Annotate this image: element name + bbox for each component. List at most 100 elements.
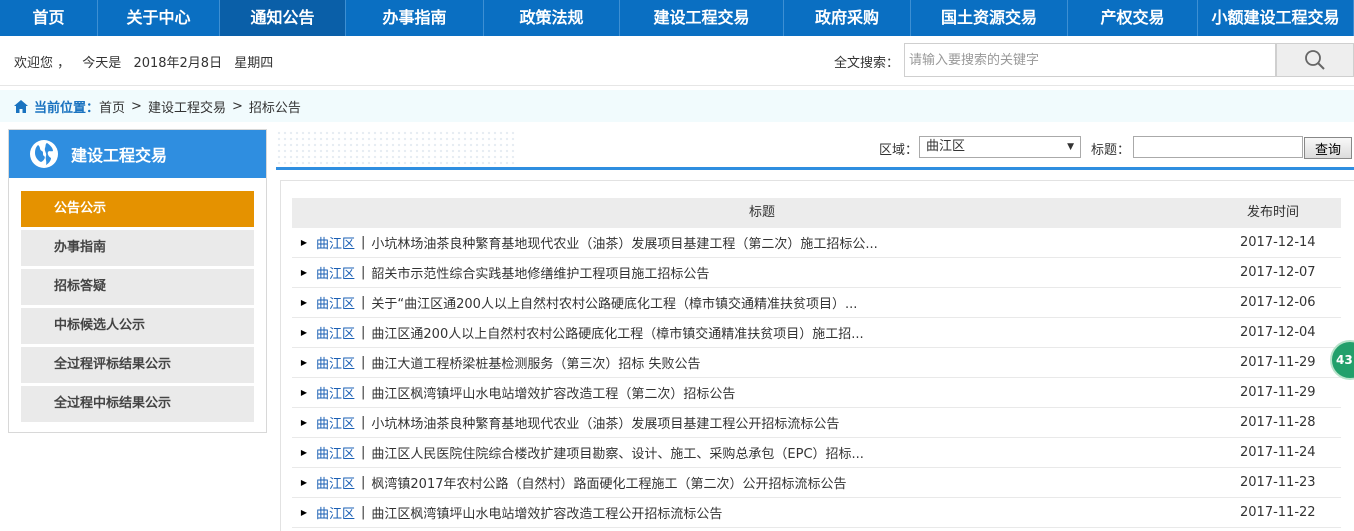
breadcrumb-separator: > <box>231 98 243 114</box>
table-row[interactable]: ▶ 曲江区 | 曲江区人民医院住院综合楼改扩建项目勘察、设计、施工、采购总承包（EPC… <box>292 438 1341 468</box>
row-separator: | <box>361 505 366 520</box>
row-area-link[interactable]: 曲江区 <box>316 233 355 252</box>
row-area-link[interactable]: 曲江区 <box>316 473 355 492</box>
nav-item[interactable]: 关于中心 <box>98 0 220 36</box>
row-date: 2017-11-28 <box>1240 415 1316 430</box>
row-separator: | <box>361 385 366 400</box>
nav-item[interactable]: 产权交易 <box>1068 0 1198 36</box>
sidebar-item[interactable]: 办事指南 <box>21 230 254 266</box>
area-select-value: 曲江区 <box>926 139 966 154</box>
breadcrumb-home[interactable]: 首页 <box>99 97 125 116</box>
search-label: 全文搜索： <box>834 56 900 71</box>
row-title-link[interactable]: 韶关市示范性综合实践基地修缮维护工程项目施工招标公告 <box>371 263 709 282</box>
area-label: 区域： <box>879 143 919 158</box>
row-area-link[interactable]: 曲江区 <box>316 353 355 372</box>
sidebar-title: 建设工程交易 <box>71 146 168 165</box>
sidebar-item[interactable]: 全过程评标结果公示 <box>21 347 254 383</box>
nav-item[interactable]: 首页 <box>0 0 98 36</box>
row-area-link[interactable]: 曲江区 <box>316 383 355 402</box>
row-area-link[interactable]: 曲江区 <box>316 263 355 282</box>
breadcrumb-separator: > <box>131 98 142 114</box>
table-row[interactable]: ▶ 曲江区 | 关于“曲江区通200人以上自然村农村公路硬底化工程（樟市镇交通精准扶贫… <box>292 288 1341 318</box>
bullet-icon: ▶ <box>300 388 308 397</box>
row-area-link[interactable]: 曲江区 <box>316 413 355 432</box>
row-title-link[interactable]: 曲江区人民医院住院综合楼改扩建项目勘察、设计、施工、采购总承包（EPC）招标..… <box>371 443 864 462</box>
row-separator: | <box>361 475 366 490</box>
nav-item[interactable]: 政策法规 <box>484 0 620 36</box>
bullet-icon: ▶ <box>300 418 308 427</box>
table-header: 标题 发布时间 <box>292 198 1341 228</box>
bullet-icon: ▶ <box>300 268 308 277</box>
row-date: 2017-11-23 <box>1240 475 1316 490</box>
table-row[interactable]: ▶ 曲江区 | 曲江大道工程桥梁桩基检测服务（第三次）招标 失败公告 2017-11-2… <box>292 348 1341 378</box>
row-area-link[interactable]: 曲江区 <box>316 443 355 462</box>
row-area-link[interactable]: 曲江区 <box>316 323 355 342</box>
bullet-icon: ▶ <box>300 478 308 487</box>
row-date: 2017-12-04 <box>1240 325 1316 340</box>
row-title-link[interactable]: 曲江大道工程桥梁桩基检测服务（第三次）招标 失败公告 <box>371 353 700 372</box>
sidebar-list: 公告公示 办事指南 招标答疑 中标候选人公示 全过程评标结果公示 全过程中标结果公示 <box>21 191 254 425</box>
row-separator: | <box>361 355 366 370</box>
table-row[interactable]: ▶ 曲江区 | 曲江区枫湾镇坪山水电站增效扩容改造工程公开招标流标公告 2017-11-… <box>292 498 1341 528</box>
title-input[interactable] <box>1133 136 1303 158</box>
row-area-link[interactable]: 曲江区 <box>316 293 355 312</box>
search-button[interactable] <box>1276 43 1354 77</box>
breadcrumb-construction[interactable]: 建设工程交易 <box>148 97 226 116</box>
area-select[interactable]: 曲江区 ▼ <box>919 136 1081 158</box>
table-row[interactable]: ▶ 曲江区 | 曲江区通200人以上自然村农村公路硬底化工程（樟市镇交通精准扶贫项目）… <box>292 318 1341 348</box>
breadcrumb-current: 招标公告 <box>248 100 301 116</box>
nav-item[interactable]: 政府采购 <box>784 0 911 36</box>
query-button[interactable]: 查询 <box>1304 137 1352 159</box>
row-date: 2017-11-29 <box>1240 385 1316 400</box>
bullet-icon: ▶ <box>300 298 308 307</box>
sidebar-header: 建设工程交易 <box>9 130 266 178</box>
nav-item[interactable]: 小额建设工程交易 <box>1198 0 1354 36</box>
notice-list: 标题 发布时间 ▶ 曲江区 | 小坑林场油茶良种繁育基地现代农业（油茶）发展项目基建工… <box>280 180 1354 531</box>
nav-item[interactable]: 办事指南 <box>346 0 484 36</box>
row-title-link[interactable]: 关于“曲江区通200人以上自然村农村公路硬底化工程（樟市镇交通精准扶贫项目）..… <box>371 293 857 312</box>
breadcrumb-label: 当前位置： <box>34 100 100 116</box>
bullet-icon: ▶ <box>300 358 308 367</box>
row-title-link[interactable]: 枫湾镇2017年农村公路（自然村）路面硬化工程施工（第二次）公开招标流标公告 <box>371 473 846 492</box>
row-title-link[interactable]: 曲江区枫湾镇坪山水电站增效扩容改造工程公开招标流标公告 <box>371 503 722 522</box>
row-date: 2017-11-22 <box>1240 505 1316 520</box>
row-title-link[interactable]: 小坑林场油茶良种繁育基地现代农业（油茶）发展项目基建工程（第二次）施工招标公..… <box>371 233 877 252</box>
search-input[interactable] <box>904 43 1276 77</box>
row-title-link[interactable]: 小坑林场油茶良种繁育基地现代农业（油茶）发展项目基建工程公开招标流标公告 <box>371 413 839 432</box>
bullet-icon: ▶ <box>300 508 308 517</box>
sidebar-item[interactable]: 公告公示 <box>21 191 254 227</box>
search-icon <box>1305 50 1325 70</box>
row-title-link[interactable]: 曲江区枫湾镇坪山水电站增效扩容改造工程（第二次）招标公告 <box>371 383 735 402</box>
dropdown-arrow-icon: ▼ <box>1067 142 1074 152</box>
table-row[interactable]: ▶ 曲江区 | 曲江区枫湾镇坪山水电站增效扩容改造工程（第二次）招标公告 2017-11… <box>292 378 1341 408</box>
nav-item[interactable]: 通知公告 <box>220 0 346 36</box>
top-nav: 首页 关于中心 通知公告 办事指南 政策法规 建设工程交易 政府采购 国土资源交易 产权交易 小额… <box>0 0 1354 36</box>
header-date: 发布时间 <box>1247 205 1300 220</box>
sidebar: 建设工程交易 公告公示 办事指南 招标答疑 中标候选人公示 全过程评标结果公示 全过程中标… <box>8 129 267 433</box>
table-row[interactable]: ▶ 曲江区 | 韶关市示范性综合实践基地修缮维护工程项目施工招标公告 2017-12-0… <box>292 258 1341 288</box>
table-row[interactable]: ▶ 曲江区 | 小坑林场油茶良种繁育基地现代农业（油茶）发展项目基建工程（第二次）施工… <box>292 228 1341 258</box>
row-date: 2017-11-24 <box>1240 445 1316 460</box>
globe-icon <box>30 140 58 168</box>
nav-item[interactable]: 国土资源交易 <box>911 0 1068 36</box>
row-area-link[interactable]: 曲江区 <box>316 503 355 522</box>
current-date: 2018年2月8日 <box>133 56 223 71</box>
today-label: 今天是 <box>82 56 122 71</box>
row-separator: | <box>361 235 366 250</box>
row-date: 2017-12-14 <box>1240 235 1316 250</box>
decorative-pattern <box>276 130 516 167</box>
sidebar-item[interactable]: 全过程中标结果公示 <box>21 386 254 422</box>
sidebar-item[interactable]: 招标答疑 <box>21 269 254 305</box>
title-label: 标题： <box>1091 143 1131 158</box>
bullet-icon: ▶ <box>300 328 308 337</box>
row-date: 2017-11-29 <box>1240 355 1316 370</box>
nav-item[interactable]: 建设工程交易 <box>620 0 784 36</box>
row-separator: | <box>361 265 366 280</box>
breadcrumb: 当前位置： 首页 > 建设工程交易 > 招标公告 <box>0 90 1354 122</box>
table-row[interactable]: ▶ 曲江区 | 枫湾镇2017年农村公路（自然村）路面硬化工程施工（第二次）公开招标流… <box>292 468 1341 498</box>
row-date: 2017-12-06 <box>1240 295 1316 310</box>
bullet-icon: ▶ <box>300 238 308 247</box>
sidebar-item[interactable]: 中标候选人公示 <box>21 308 254 344</box>
row-title-link[interactable]: 曲江区通200人以上自然村农村公路硬底化工程（樟市镇交通精准扶贫项目）施工招..… <box>371 323 863 342</box>
table-row[interactable]: ▶ 曲江区 | 小坑林场油茶良种繁育基地现代农业（油茶）发展项目基建工程公开招标流标公… <box>292 408 1341 438</box>
